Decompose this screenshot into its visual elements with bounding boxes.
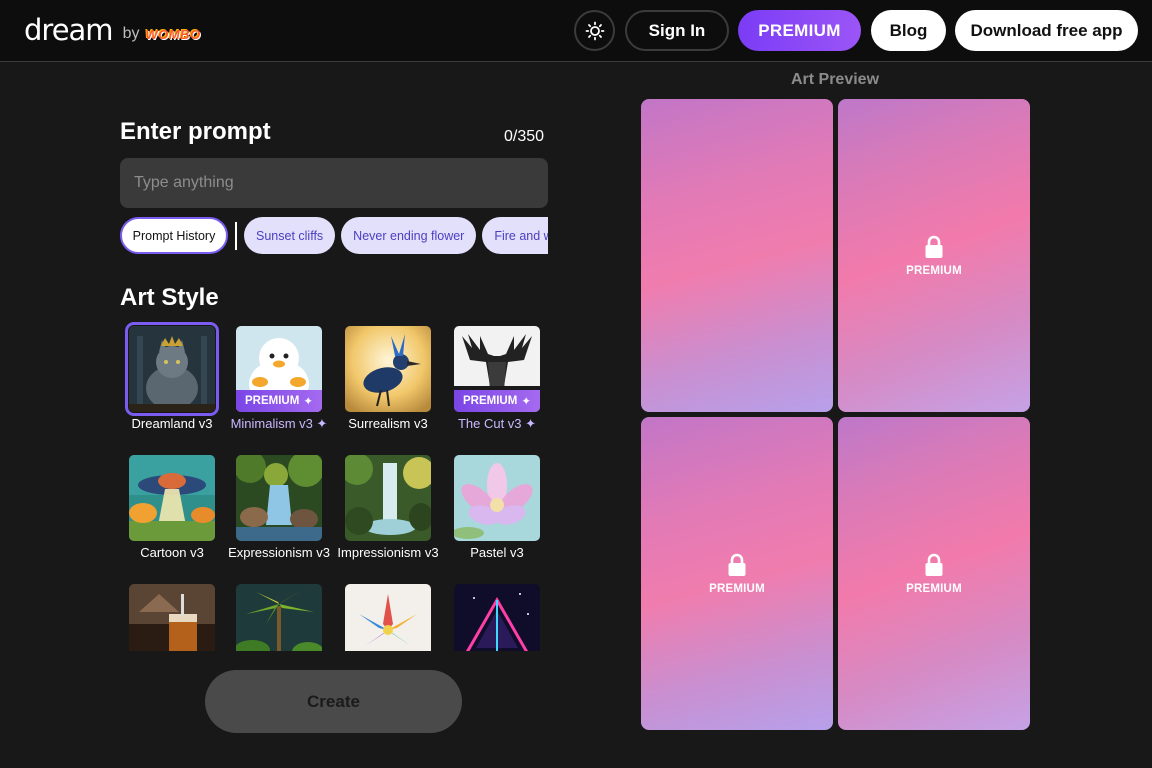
style-label-text: The Cut v3 [457,416,522,431]
sign-in-button[interactable]: Sign In [625,10,729,51]
style-label: Expressionism v3 [228,545,330,560]
suggestion-chip[interactable]: Fire and water [482,217,548,254]
prompt-history-button[interactable]: Prompt History [120,217,228,254]
suggestion-chip[interactable]: Sunset cliffs [244,217,336,254]
style-label: Pastel v3 [470,545,524,560]
cartoon-ufo-image [129,455,215,541]
style-option-palm[interactable] [227,584,331,651]
style-thumbnail[interactable] [236,584,322,651]
preview-card-locked[interactable]: PREMIUM [838,99,1030,412]
neon-pyramid-image [454,584,540,651]
style-option-dreamland[interactable]: Dreamland v3 [120,322,224,431]
style-label: Cartoon v3 [140,545,204,560]
style-label: Surrealism v3 [348,416,428,431]
preview-card-locked[interactable]: PREMIUM [838,417,1030,730]
logo-by-text: by [122,25,140,42]
style-thumbnail[interactable] [454,584,540,651]
impressionism-waterfall-image [345,455,431,541]
prompt-title: Enter prompt [120,118,271,145]
download-app-button[interactable]: Download free app [955,10,1138,51]
art-style-grid: Dreamland v3 PREMIUM ✦ Minimalism v3 ✦ S… [120,318,550,651]
sparkle-icon: ✦ [525,416,537,431]
surrealism-bird-image [345,326,431,412]
prompt-input[interactable] [120,158,548,208]
style-thumbnail[interactable]: PREMIUM ✦ [454,326,540,412]
style-option-synthwave[interactable] [445,584,549,651]
style-thumbnail[interactable] [345,326,431,412]
style-thumbnail[interactable] [129,584,215,651]
pastel-flower-image [454,455,540,541]
chip-divider [235,221,237,250]
style-thumbnail[interactable]: PREMIUM ✦ [236,326,322,412]
style-thumbnail[interactable] [125,322,219,416]
top-navbar: dream by WOMBO Sign In PREMIUM Blog Down… [0,0,1152,62]
art-style-title: Art Style [120,284,219,311]
style-option-the-cut[interactable]: PREMIUM ✦ The Cut v3 ✦ [445,326,549,432]
preview-card[interactable] [641,99,833,412]
premium-button[interactable]: PREMIUM [738,10,861,51]
palm-tree-image [236,584,322,651]
style-label: Dreamland v3 [131,416,213,431]
style-label-text: Minimalism v3 [230,416,313,431]
logo-wordmark: dream [24,13,114,47]
premium-lock-label: PREMIUM [709,582,765,595]
lock-icon [925,553,943,576]
create-button[interactable]: Create [205,670,462,733]
style-thumbnail[interactable] [345,584,431,651]
style-option-surrealism[interactable]: Surrealism v3 [336,326,440,431]
premium-lock-label: PREMIUM [906,582,962,595]
sun-icon [585,21,604,40]
style-thumbnail[interactable] [129,455,215,541]
colorful-flower-image [345,584,431,651]
style-label: The Cut v3 ✦ [445,416,549,432]
prompt-chips: Prompt History Sunset cliffs Never endin… [120,217,548,254]
sparkle-icon: ✦ [303,396,313,408]
expressionism-waterfall-image [236,455,322,541]
art-preview-title: Art Preview [790,71,880,88]
style-option-pastel[interactable]: Pastel v3 [445,455,549,560]
premium-lock-label: PREMIUM [906,264,962,277]
drink-photo-image [129,584,215,651]
style-option-cartoon[interactable]: Cartoon v3 [120,455,224,560]
style-thumbnail[interactable] [345,455,431,541]
style-option-photo[interactable] [120,584,224,651]
style-label: Impressionism v3 [337,545,439,560]
style-thumbnail[interactable] [236,455,322,541]
style-option-minimalism[interactable]: PREMIUM ✦ Minimalism v3 ✦ [227,326,331,432]
premium-tag: PREMIUM ✦ [236,390,322,412]
sparkle-icon: ✦ [521,396,531,408]
suggestion-chip[interactable]: Never ending flower [341,217,477,254]
style-option-expressionism[interactable]: Expressionism v3 [227,455,331,560]
style-label: Minimalism v3 ✦ [227,416,331,432]
style-option-impressionism[interactable]: Impressionism v3 [336,455,440,560]
style-thumbnail[interactable] [454,455,540,541]
character-count: 0/350 [504,128,545,145]
premium-tag: PREMIUM ✦ [454,390,540,412]
theme-toggle-button[interactable] [574,10,615,51]
preview-card-locked[interactable]: PREMIUM [641,417,833,730]
dream-logo[interactable]: dream by WOMBO [24,14,201,46]
style-option-flower-art[interactable] [336,584,440,651]
wombo-logo: WOMBO [145,27,201,42]
dreamland-cat-image [129,326,215,412]
blog-button[interactable]: Blog [871,10,946,51]
premium-tag-text: PREMIUM [245,395,300,407]
lock-icon [728,553,746,576]
lock-icon [925,235,943,258]
premium-tag-text: PREMIUM [463,395,518,407]
sparkle-icon: ✦ [316,416,328,431]
